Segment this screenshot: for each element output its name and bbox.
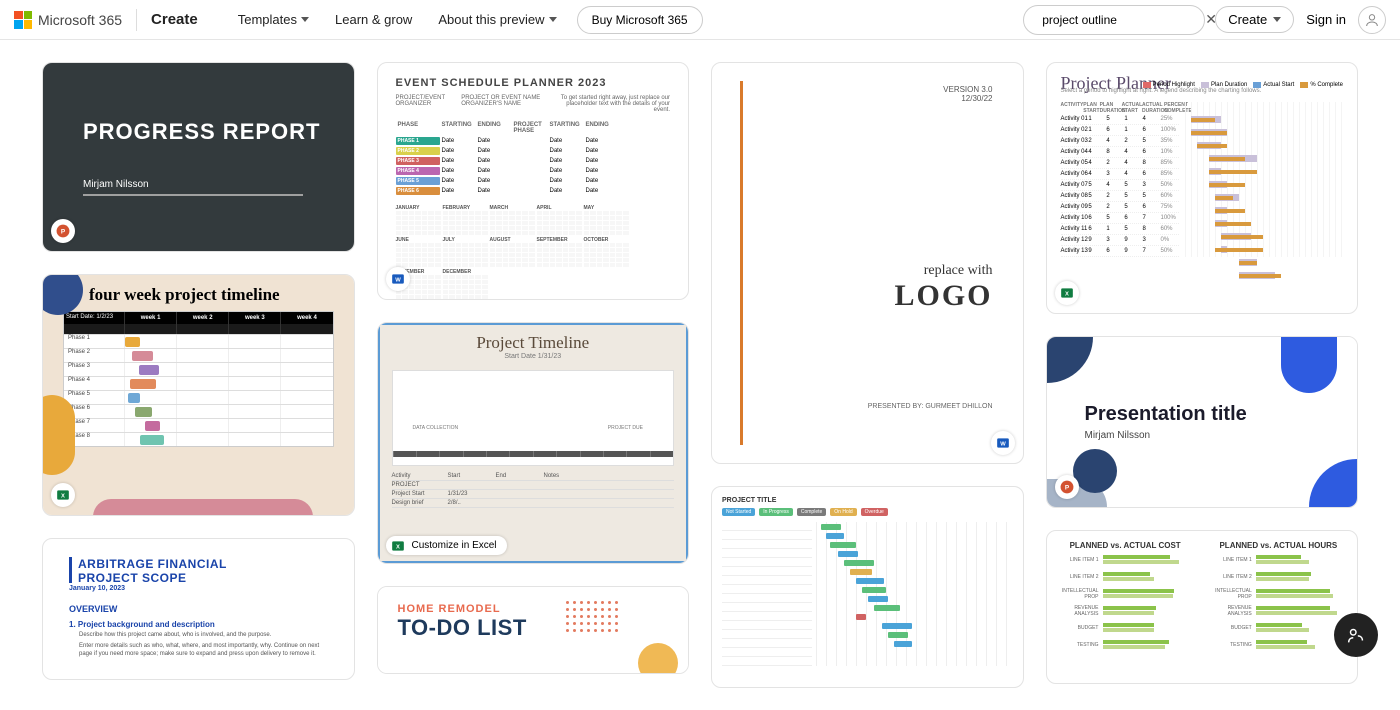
svg-text:P: P <box>1064 484 1069 491</box>
search-box[interactable]: ✕ <box>1023 5 1205 35</box>
card-title: Presentation title <box>1085 403 1247 426</box>
svg-text:W: W <box>395 277 401 283</box>
profile-avatar[interactable] <box>1358 6 1386 34</box>
excel-icon: X <box>391 539 405 553</box>
template-card-progress-report[interactable]: PROGRESS REPORT Mirjam Nilsson P <box>42 62 355 252</box>
card-title: EVENT SCHEDULE PLANNER 2023 <box>396 77 671 89</box>
main-nav: Templates Learn & grow About this previe… <box>238 12 557 27</box>
buy-ms365-button[interactable]: Buy Microsoft 365 <box>577 6 703 34</box>
word-badge-icon: W <box>386 267 410 291</box>
powerpoint-badge-icon: P <box>51 219 75 243</box>
template-card-presentation-title[interactable]: Presentation title Mirjam Nilsson P <box>1046 336 1359 508</box>
svg-text:X: X <box>1065 291 1069 297</box>
template-card-project-planner[interactable]: Project Planner Period HighlightPlan Dur… <box>1046 62 1359 314</box>
search-input[interactable] <box>1042 13 1197 27</box>
template-card-arbitrage-scope[interactable]: ARBITRAGE FINANCIAL PROJECT SCOPE Januar… <box>42 538 355 680</box>
gallery-column: EVENT SCHEDULE PLANNER 2023 PROJECT/EVEN… <box>377 62 690 674</box>
dots-decoration <box>566 601 618 632</box>
excel-badge-icon: X <box>1055 281 1079 305</box>
chevron-down-icon <box>549 17 557 22</box>
svg-text:X: X <box>396 544 400 550</box>
excel-badge-icon: X <box>51 483 75 507</box>
card-title: Project Timeline <box>380 333 687 353</box>
gallery-column: VERSION 3.0 12/30/22 replace withLOGO PR… <box>711 62 1024 688</box>
template-card-planned-vs-actual[interactable]: PLANNED vs. ACTUAL COST LINE ITEM 1LINE … <box>1046 530 1359 684</box>
headset-icon <box>1345 624 1367 646</box>
gallery-column: Project Planner Period HighlightPlan Dur… <box>1046 62 1359 684</box>
powerpoint-badge-icon: P <box>1055 475 1079 499</box>
svg-text:X: X <box>61 493 65 499</box>
card-author: Mirjam Nilsson <box>83 179 354 190</box>
template-card-logo-cover[interactable]: VERSION 3.0 12/30/22 replace withLOGO PR… <box>711 62 1024 464</box>
microsoft-logo-icon <box>14 11 32 29</box>
template-card-four-week-timeline[interactable]: four week project timeline Start Date: 1… <box>42 274 355 516</box>
customize-in-excel-pill[interactable]: X Customize in Excel <box>386 536 507 555</box>
svg-text:W: W <box>1000 441 1006 447</box>
template-card-event-schedule[interactable]: EVENT SCHEDULE PLANNER 2023 PROJECT/EVEN… <box>377 62 690 300</box>
nav-templates[interactable]: Templates <box>238 12 309 27</box>
chevron-down-icon <box>1273 17 1281 22</box>
chevron-down-icon <box>301 17 309 22</box>
card-title: PROGRESS REPORT <box>83 119 354 145</box>
brand-create[interactable]: Create <box>151 11 198 28</box>
person-icon <box>1364 12 1380 28</box>
template-card-gantt-chart[interactable]: PROJECT TITLE Not StartedIn ProgressComp… <box>711 486 1024 688</box>
template-card-home-remodel[interactable]: HOME REMODEL TO-DO LIST <box>377 586 690 674</box>
help-fab-button[interactable] <box>1334 613 1378 657</box>
template-card-project-timeline[interactable]: Project Timeline Start Date 1/31/23 DATA… <box>377 322 690 564</box>
top-header: Microsoft 365 Create Templates Learn & g… <box>0 0 1400 40</box>
create-button[interactable]: Create <box>1215 6 1294 33</box>
gallery-column: PROGRESS REPORT Mirjam Nilsson P four we… <box>42 62 355 680</box>
divider <box>136 9 137 31</box>
svg-text:P: P <box>61 228 66 235</box>
sign-in-link[interactable]: Sign in <box>1306 12 1346 27</box>
card-title: PROJECT TITLE <box>722 497 1013 504</box>
nav-about-preview[interactable]: About this preview <box>438 12 556 27</box>
card-title: four week project timeline <box>43 275 354 311</box>
word-badge-icon: W <box>991 431 1015 455</box>
template-gallery: PROGRESS REPORT Mirjam Nilsson P four we… <box>0 40 1400 710</box>
brand-ms365[interactable]: Microsoft 365 <box>38 12 122 28</box>
nav-learn-grow[interactable]: Learn & grow <box>335 12 412 27</box>
